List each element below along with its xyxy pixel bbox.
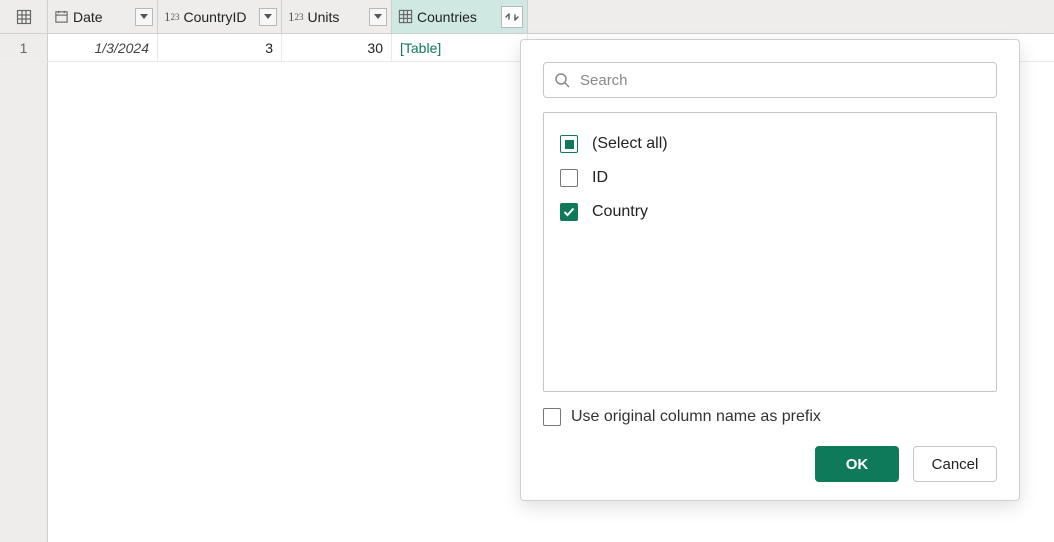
search-icon	[554, 72, 570, 88]
column-header-countries[interactable]: Countries	[392, 0, 528, 33]
row-header-corner[interactable]	[0, 0, 48, 33]
number-type-icon: 123	[288, 9, 304, 25]
ok-button[interactable]: OK	[815, 446, 899, 482]
number-type-icon: 123	[164, 9, 180, 25]
row-gutter	[0, 62, 48, 542]
column-filter-button[interactable]	[259, 8, 277, 26]
chevron-down-icon	[140, 14, 148, 20]
expand-column-popup: (Select all) ID Country Use original col…	[520, 39, 1020, 501]
column-filter-button[interactable]	[135, 8, 153, 26]
checkbox-indeterminate[interactable]	[560, 135, 578, 153]
option-id[interactable]: ID	[558, 161, 982, 195]
expand-icon	[505, 11, 519, 23]
option-label: ID	[592, 169, 608, 187]
cell-countryid[interactable]: 3	[158, 34, 282, 61]
prefix-option[interactable]: Use original column name as prefix	[543, 408, 997, 426]
search-box[interactable]	[543, 62, 997, 98]
cancel-button[interactable]: Cancel	[913, 446, 997, 482]
column-label: CountryID	[184, 9, 256, 25]
option-country[interactable]: Country	[558, 195, 982, 229]
chevron-down-icon	[374, 14, 382, 20]
option-select-all[interactable]: (Select all)	[558, 127, 982, 161]
table-icon	[16, 9, 32, 25]
dialog-buttons: OK Cancel	[543, 446, 997, 482]
cell-countries[interactable]: [Table]	[392, 34, 528, 61]
column-options-list: (Select all) ID Country	[543, 112, 997, 392]
cell-units[interactable]: 30	[282, 34, 392, 61]
table-icon	[398, 9, 413, 24]
prefix-label: Use original column name as prefix	[571, 408, 821, 426]
column-header-date[interactable]: Date	[48, 0, 158, 33]
checkbox-checked[interactable]	[560, 203, 578, 221]
cell-date[interactable]: 1/3/2024	[48, 34, 158, 61]
option-label: (Select all)	[592, 135, 668, 153]
column-label: Countries	[417, 9, 497, 25]
column-header-countryid[interactable]: 123 CountryID	[158, 0, 282, 33]
column-label: Units	[308, 9, 366, 25]
row-number: 1	[0, 34, 48, 61]
column-header-row: Date 123 CountryID 123 Units Countries	[0, 0, 1054, 34]
checkbox-unchecked[interactable]	[560, 169, 578, 187]
search-input[interactable]	[578, 71, 986, 90]
chevron-down-icon	[264, 14, 272, 20]
option-label: Country	[592, 203, 648, 221]
calendar-icon	[54, 9, 69, 24]
checkbox-unchecked[interactable]	[543, 408, 561, 426]
column-header-units[interactable]: 123 Units	[282, 0, 392, 33]
column-label: Date	[73, 9, 131, 25]
expand-column-button[interactable]	[501, 6, 523, 28]
column-filter-button[interactable]	[369, 8, 387, 26]
